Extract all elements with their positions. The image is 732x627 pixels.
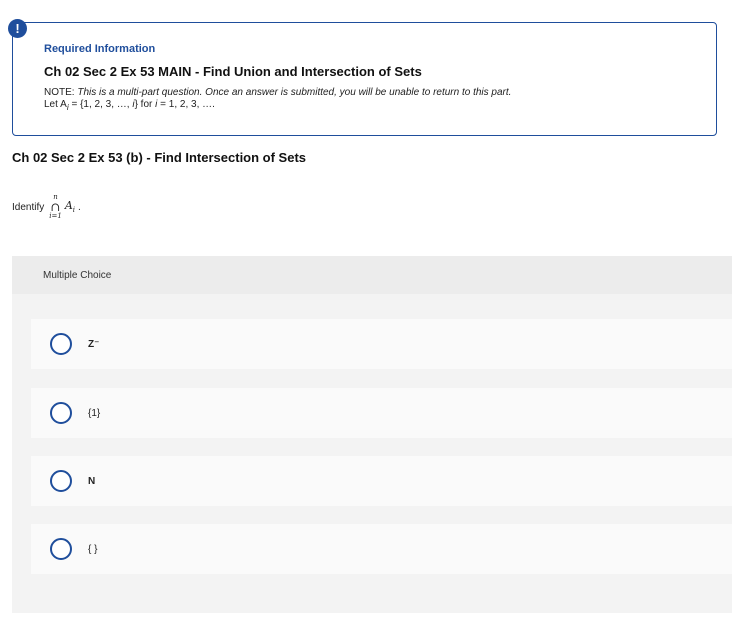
term: Ai [65, 199, 75, 214]
question-prompt: Identify n ∩ i=1 Ai . [12, 192, 81, 222]
choice-text: Z⁻ [88, 338, 100, 350]
multiple-choice-panel: Multiple Choice Z⁻ {1} N { } [12, 256, 732, 613]
choice-text: {1} [88, 407, 101, 419]
choice-option-3[interactable]: N [31, 456, 732, 506]
note-prefix: NOTE: [44, 87, 78, 98]
info-note: NOTE: This is a multi-part question. Onc… [44, 87, 511, 98]
let-end: } for [134, 99, 156, 110]
choice-option-4[interactable]: { } [31, 524, 732, 574]
required-information-box: Required Information Ch 02 Sec 2 Ex 53 M… [12, 22, 717, 136]
radio-button[interactable] [50, 402, 72, 424]
note-text: This is a multi-part question. Once an a… [77, 87, 512, 98]
let-tail: = 1, 2, 3, …. [157, 99, 215, 110]
intersection-operator: n ∩ i=1 [49, 194, 62, 220]
part-title: Ch 02 Sec 2 Ex 53 (b) - Find Intersectio… [12, 150, 307, 165]
identify-label: Identify [12, 201, 45, 213]
choice-text: { } [88, 543, 98, 555]
radio-button[interactable] [50, 470, 72, 492]
multiple-choice-label: Multiple Choice [43, 270, 112, 281]
term-letter: A [64, 199, 73, 213]
let-text: Let A [44, 99, 67, 110]
end-punct: . [78, 201, 81, 213]
info-title: Ch 02 Sec 2 Ex 53 MAIN - Find Union and … [44, 64, 422, 79]
let-rest: = {1, 2, 3, …, [68, 99, 133, 110]
alert-icon: ! [8, 19, 27, 38]
radio-button[interactable] [50, 333, 72, 355]
choice-option-1[interactable]: Z⁻ [31, 319, 732, 369]
op-lower: i=1 [49, 212, 62, 220]
choice-option-2[interactable]: {1} [31, 388, 732, 438]
radio-button[interactable] [50, 538, 72, 560]
info-let-definition: Let Ai = {1, 2, 3, …, i} for i = 1, 2, 3… [44, 99, 215, 112]
term-sub: i [72, 206, 76, 215]
choice-text: N [88, 475, 96, 487]
info-heading: Required Information [44, 43, 156, 55]
multiple-choice-header: Multiple Choice [12, 256, 732, 294]
